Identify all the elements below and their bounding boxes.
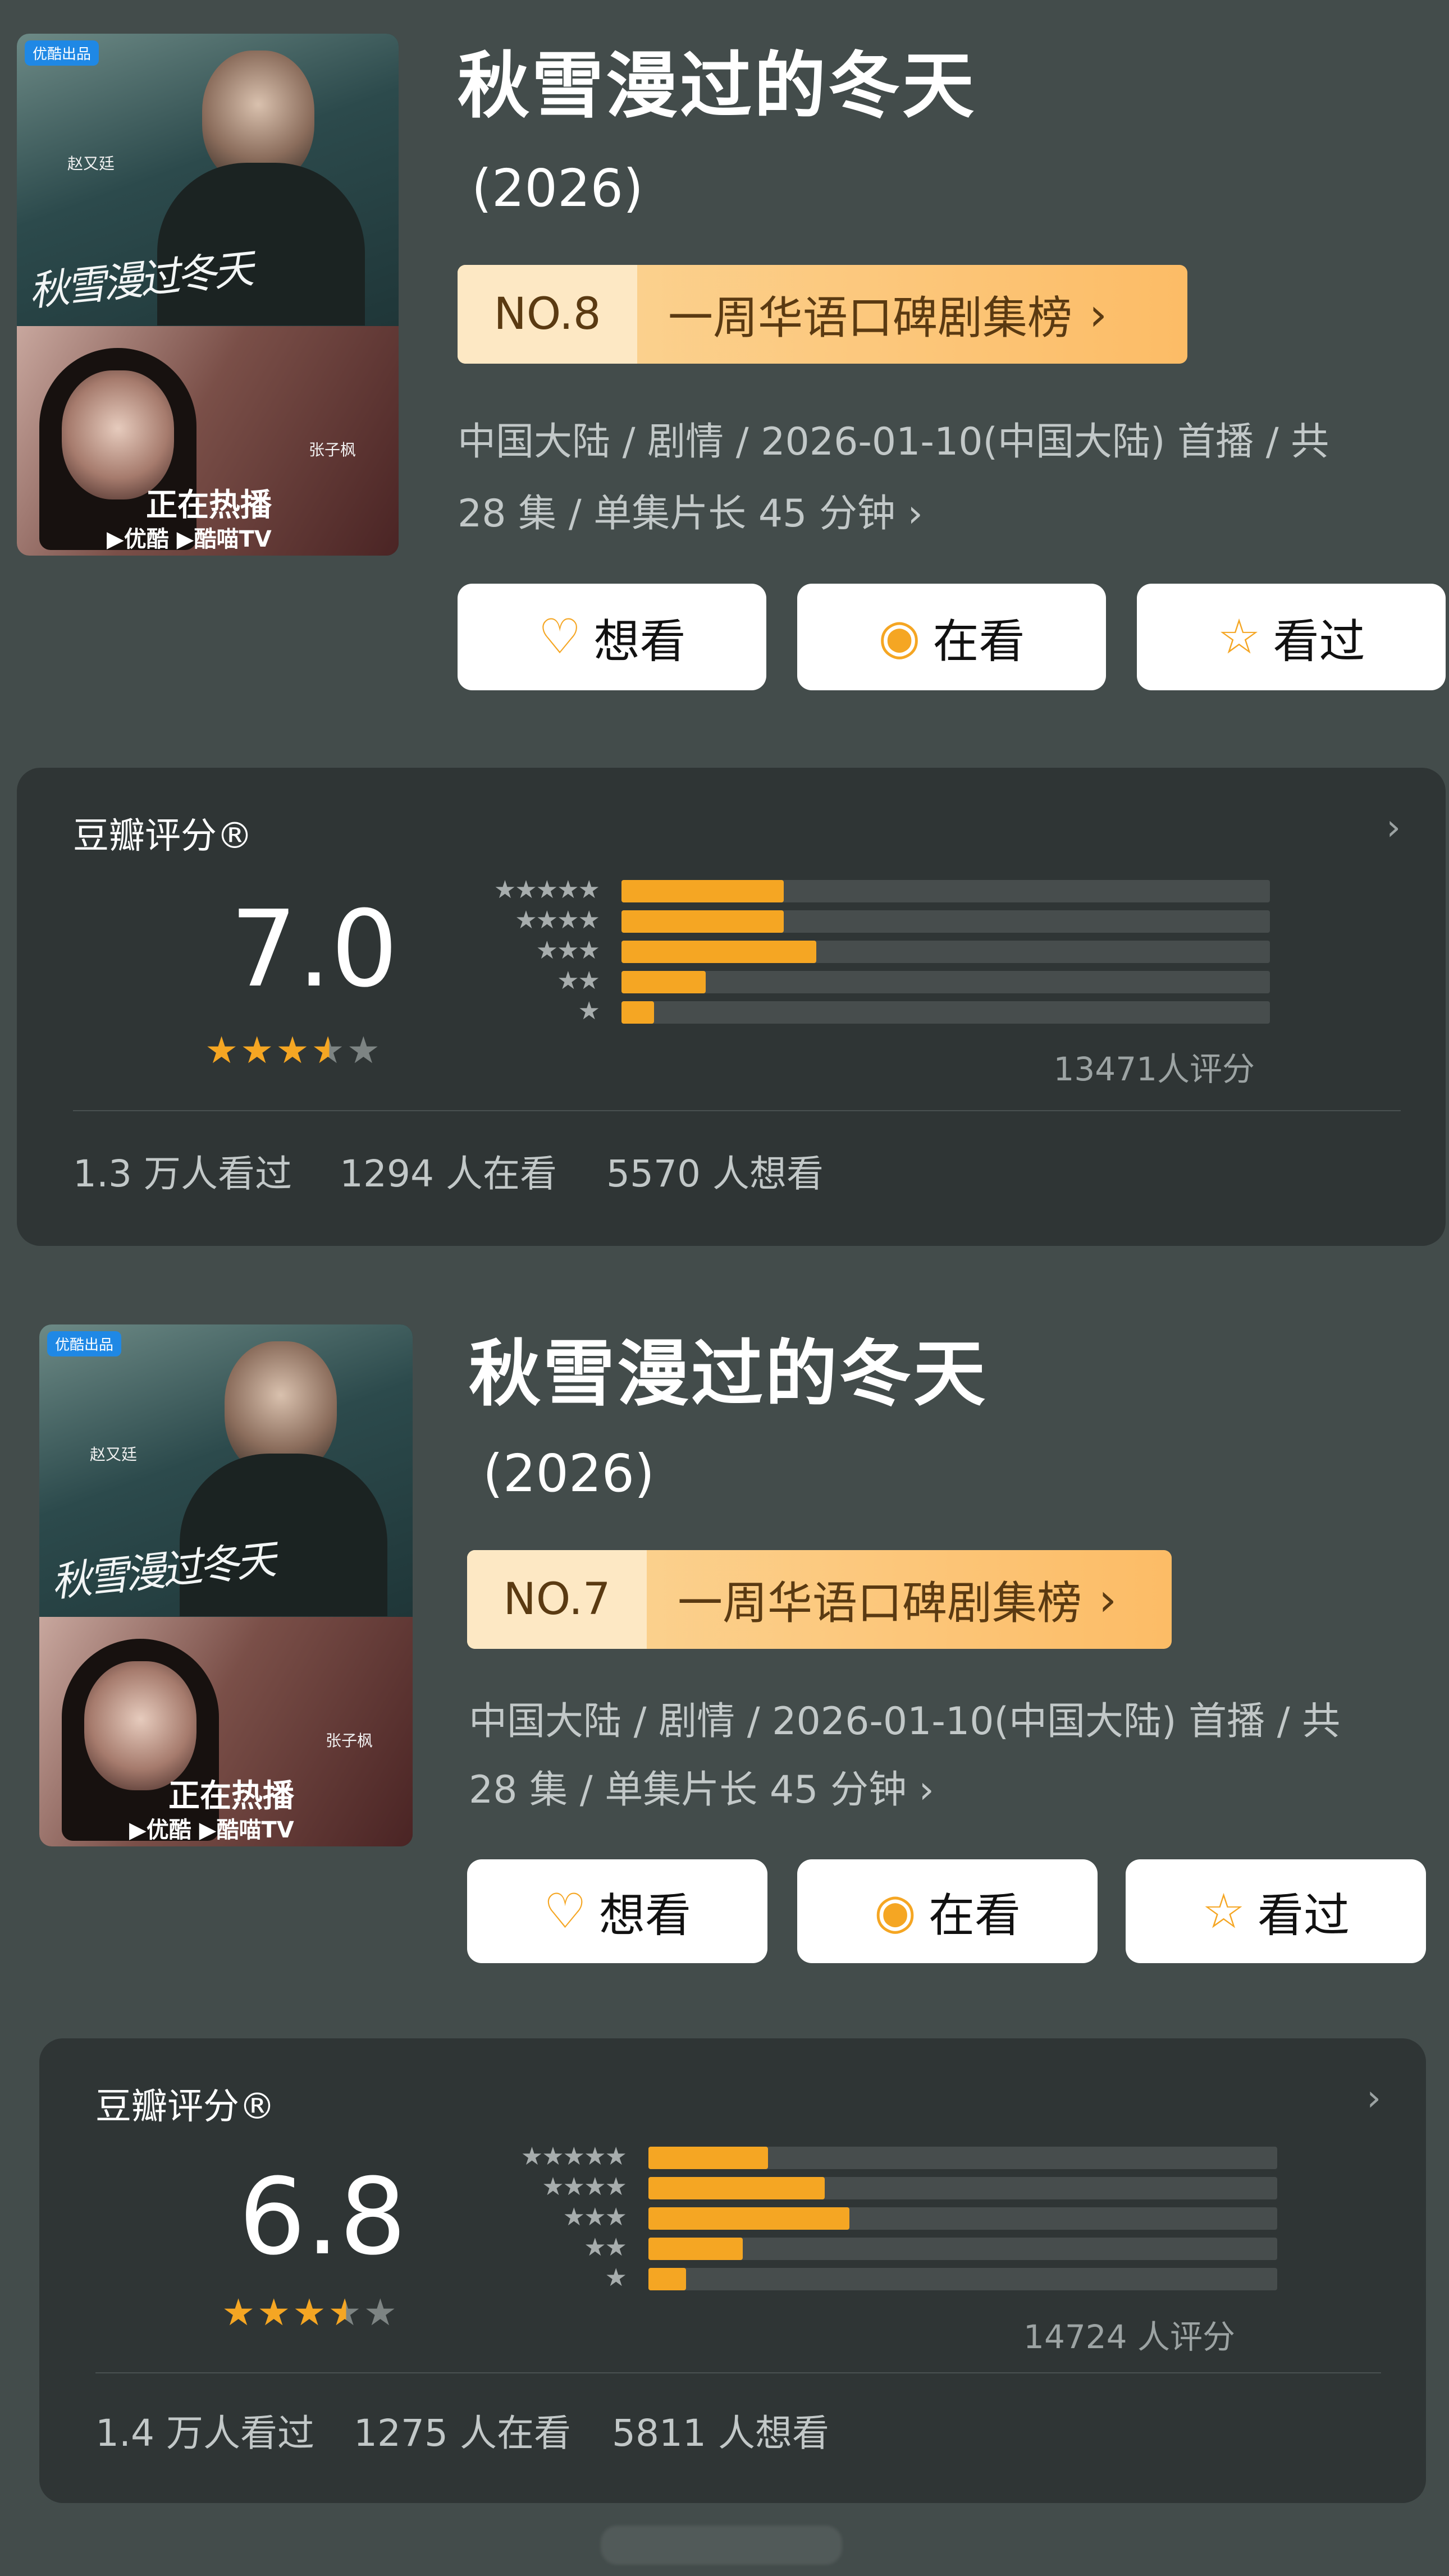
watching-count: 1275 人在看	[354, 2412, 571, 2455]
rank-number: NO.7	[467, 1550, 647, 1649]
want-to-watch-button[interactable]: ♡ 想看	[467, 1859, 767, 1963]
watched-button[interactable]: ☆ 看过	[1126, 1859, 1426, 1963]
heart-plus-icon: ♡	[538, 609, 582, 665]
platform-logos: ▶优酷 ▶酷喵TV	[129, 1817, 294, 1843]
douban-rating-card[interactable]: 豆瓣评分® › 7.0 ★★★★★ ★★★★★ ★★★★ ★★★ ★★ ★ 13471人…	[17, 768, 1446, 1246]
actor-name-right: 张子枫	[326, 1731, 373, 1750]
chevron-right-icon: ›	[1099, 1573, 1117, 1626]
distribution-row: ★	[578, 997, 1270, 1025]
poster-image[interactable]: 优酷出品 赵又廷 秋雪漫过冬天 张子枫 正在热播 ▶优酷 ▶酷喵TV	[39, 1324, 413, 1846]
poster-image[interactable]: 优酷出品 赵又廷 秋雪漫过冬天 张子枫 正在热播 ▶优酷 ▶酷喵TV	[17, 34, 399, 556]
distribution-fill	[621, 941, 816, 963]
rank-number: NO.8	[458, 265, 637, 364]
distribution-star-label: ★★	[557, 966, 600, 995]
target-icon: ◉	[874, 1883, 917, 1940]
douban-rating-card[interactable]: 豆瓣评分® › 6.8 ★★★★★ ★★★★★ ★★★★ ★★★ ★★ ★ 14724 …	[39, 2038, 1426, 2503]
drama-entry-2: 优酷出品 赵又廷 秋雪漫过冬天 张子枫 正在热播 ▶优酷 ▶酷喵TV 秋雪漫过的…	[0, 1291, 1449, 2576]
watched-count: 1.4 万人看过	[95, 2412, 314, 2455]
distribution-fill	[621, 971, 706, 993]
watched-count: 1.3 万人看过	[73, 1152, 292, 1195]
drama-meta-line1: 中国大陆 / 剧情 / 2026-01-10(中国大陆) 首播 / 共	[469, 1699, 1341, 1744]
actor-name-left: 赵又廷	[67, 154, 115, 173]
divider	[95, 2372, 1381, 2373]
rating-score: 6.8	[239, 2156, 406, 2279]
divider	[73, 1110, 1401, 1111]
distribution-fill	[648, 2238, 743, 2260]
distribution-fill	[621, 1001, 654, 1024]
actor-name-right: 张子枫	[309, 441, 356, 459]
distribution-row: ★★★★	[542, 2172, 1277, 2201]
drama-title: 秋雪漫过的冬天	[469, 1332, 988, 1416]
distribution-star-label: ★	[578, 997, 600, 1025]
distribution-star-label: ★★★★	[542, 2172, 627, 2201]
drama-meta-line2[interactable]: 28 集 / 单集片长 45 分钟 ›	[469, 1754, 934, 1826]
distribution-row: ★★★★★	[521, 2142, 1277, 2171]
distribution-fill	[648, 2207, 849, 2230]
distribution-star-label: ★★★★★	[493, 876, 600, 904]
want-count: 5570 人想看	[606, 1152, 824, 1195]
distribution-fill	[648, 2268, 686, 2290]
distribution-track	[648, 2238, 1277, 2260]
rank-list-name: 一周华语口碑剧集榜	[668, 292, 1072, 344]
distribution-fill	[621, 880, 784, 902]
distribution-row: ★★	[584, 2233, 1277, 2262]
distribution-row: ★★★	[563, 2203, 1277, 2231]
drama-title: 秋雪漫过的冬天	[458, 44, 977, 128]
distribution-star-label: ★★★★★	[520, 2142, 627, 2171]
rank-list-name: 一周华语口碑剧集榜	[678, 1577, 1082, 1629]
rating-count: 14724 人评分	[1023, 2318, 1235, 2356]
distribution-row: ★★	[557, 966, 1270, 995]
rating-count: 13471人评分	[1053, 1050, 1255, 1088]
producer-badge: 优酷出品	[47, 1331, 122, 1356]
distribution-row: ★★★★	[515, 906, 1270, 934]
drama-year: (2026)	[483, 1443, 655, 1504]
distribution-star-label: ★★★	[536, 936, 600, 965]
distribution-fill	[648, 2177, 825, 2199]
platform-logos: ▶优酷 ▶酷喵TV	[107, 526, 272, 552]
on-air-label: 正在热播	[168, 1778, 294, 1814]
watched-button[interactable]: ☆ 看过	[1137, 584, 1446, 690]
rating-stars: ★★★★★	[205, 1029, 382, 1072]
rating-stars: ★★★★★	[222, 2291, 399, 2334]
rating-score: 7.0	[230, 888, 398, 1011]
distribution-fill	[621, 910, 784, 933]
distribution-fill	[648, 2147, 768, 2169]
chevron-right-icon[interactable]: ›	[1366, 2078, 1381, 2119]
watching-button[interactable]: ◉ 在看	[797, 1859, 1098, 1963]
distribution-row: ★★★	[536, 936, 1270, 965]
star-outline-icon: ☆	[1217, 609, 1261, 665]
rating-label: 豆瓣评分®	[95, 2086, 275, 2128]
distribution-track	[621, 971, 1270, 993]
distribution-star-label: ★★★★	[515, 906, 600, 934]
watching-count: 1294 人在看	[340, 1152, 557, 1195]
drama-meta-line1: 中国大陆 / 剧情 / 2026-01-10(中国大陆) 首播 / 共	[458, 420, 1329, 464]
on-air-label: 正在热播	[146, 487, 272, 524]
drama-entry-1: 优酷出品 赵又廷 秋雪漫过冬天 张子枫 正在热播 ▶优酷 ▶酷喵TV 秋雪漫过的…	[0, 0, 1449, 1285]
ranking-banner[interactable]: NO.7 一周华语口碑剧集榜 ›	[467, 1550, 1172, 1649]
distribution-track	[648, 2268, 1277, 2290]
distribution-row: ★★★★★	[494, 876, 1270, 904]
rating-label: 豆瓣评分®	[73, 815, 253, 857]
drama-meta-line2[interactable]: 28 集 / 单集片长 45 分钟 ›	[458, 478, 923, 550]
watching-button[interactable]: ◉ 在看	[797, 584, 1106, 690]
heart-plus-icon: ♡	[543, 1883, 587, 1940]
ranking-banner[interactable]: NO.8 一周华语口碑剧集榜 ›	[458, 265, 1187, 364]
distribution-star-label: ★	[605, 2263, 627, 2292]
want-count: 5811 人想看	[612, 2412, 829, 2455]
producer-badge: 优酷出品	[25, 40, 99, 66]
distribution-row: ★	[605, 2263, 1277, 2292]
star-outline-icon: ☆	[1201, 1883, 1246, 1940]
distribution-star-label: ★★	[584, 2233, 627, 2262]
drama-year: (2026)	[472, 158, 643, 218]
chevron-right-icon[interactable]: ›	[1386, 807, 1401, 849]
chevron-right-icon: ›	[1089, 288, 1107, 341]
want-to-watch-button[interactable]: ♡ 想看	[458, 584, 766, 690]
distribution-track	[621, 1001, 1270, 1024]
actor-name-left: 赵又廷	[90, 1445, 138, 1464]
distribution-star-label: ★★★	[563, 2203, 627, 2231]
watermark	[601, 2525, 842, 2565]
target-icon: ◉	[878, 609, 921, 665]
